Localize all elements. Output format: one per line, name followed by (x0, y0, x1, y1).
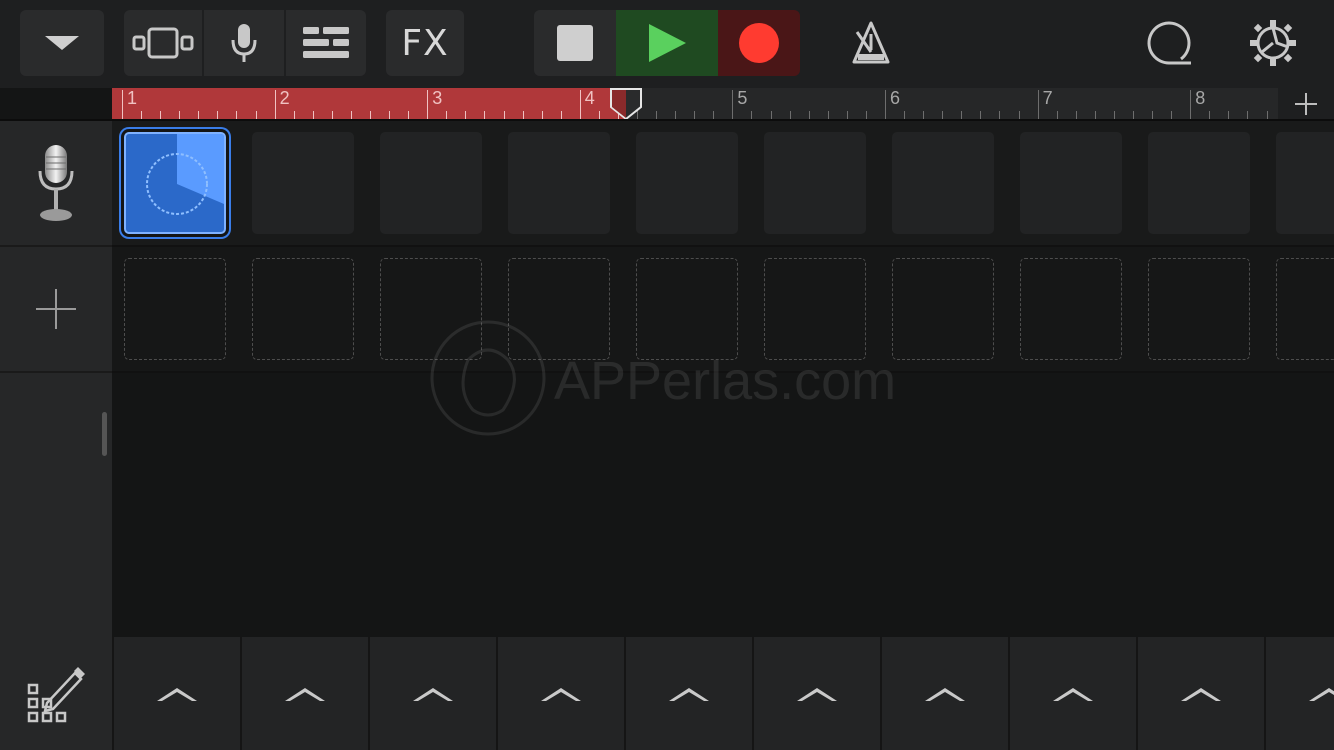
add-track-icon (36, 289, 76, 329)
live-loops-grid (112, 121, 1334, 637)
microphone-button[interactable] (204, 10, 284, 76)
column-trigger[interactable] (1136, 637, 1264, 750)
chevron-up-icon (541, 687, 581, 701)
edit-button[interactable] (0, 637, 112, 750)
settings-button[interactable] (1234, 10, 1312, 76)
record-button[interactable] (718, 10, 800, 76)
chevron-up-icon (1309, 687, 1334, 701)
bar-number: 5 (737, 88, 748, 108)
loop-cell[interactable] (124, 132, 226, 234)
loop-browser-button[interactable] (1130, 10, 1208, 76)
empty-cell-slot[interactable] (1148, 258, 1250, 360)
stop-button[interactable] (534, 10, 616, 76)
column-trigger[interactable] (880, 637, 1008, 750)
chevron-down-icon (45, 36, 79, 50)
chevron-up-icon (285, 687, 325, 701)
empty-cell[interactable] (252, 132, 354, 234)
metronome-button[interactable] (830, 10, 912, 76)
empty-cell[interactable] (892, 132, 994, 234)
microphone-icon (38, 145, 74, 221)
empty-cell[interactable] (1148, 132, 1250, 234)
chevron-up-icon (1181, 687, 1221, 701)
empty-cell-slot[interactable] (380, 258, 482, 360)
chevron-up-icon (797, 687, 837, 701)
microphone-icon (231, 24, 257, 62)
column-trigger[interactable] (112, 637, 240, 750)
fx-button[interactable]: FX (386, 10, 464, 76)
empty-cell-slot[interactable] (508, 258, 610, 360)
tracks-view-icon (132, 27, 194, 59)
ruler-tick (732, 90, 734, 120)
empty-cell[interactable] (508, 132, 610, 234)
toolbar: FX (0, 0, 1334, 88)
column-trigger[interactable] (1264, 637, 1334, 750)
bar-number: 3 (432, 88, 443, 108)
ruler-tick (1190, 90, 1192, 120)
tracks-view-button[interactable] (124, 10, 202, 76)
stop-icon (557, 25, 593, 61)
empty-cell-slot[interactable] (252, 258, 354, 360)
loop-progress-icon (146, 134, 224, 215)
playhead-marker-icon (609, 88, 642, 121)
track-resize-handle[interactable] (102, 412, 107, 456)
empty-cell[interactable] (764, 132, 866, 234)
controls-button[interactable] (286, 10, 366, 76)
empty-cell[interactable] (636, 132, 738, 234)
play-icon (649, 24, 686, 62)
ruler-tick (885, 90, 886, 120)
edit-grid-icon (27, 666, 85, 722)
track-header-audio-recorder[interactable] (0, 121, 112, 247)
empty-cell[interactable] (380, 132, 482, 234)
empty-cell-slot[interactable] (1276, 258, 1334, 360)
playhead[interactable] (609, 87, 643, 121)
cycle-region[interactable] (112, 88, 626, 120)
ruler-tick (427, 90, 429, 120)
plus-icon (1295, 93, 1317, 115)
column-trigger[interactable] (368, 637, 496, 750)
track-headers (0, 121, 112, 637)
add-section-button[interactable] (1278, 88, 1334, 120)
trigger-bar (0, 637, 1334, 750)
add-track-button[interactable] (0, 247, 112, 373)
chevron-up-icon (925, 687, 965, 701)
loop-browser-icon (1147, 21, 1191, 65)
chevron-up-icon (157, 687, 197, 701)
column-trigger[interactable] (1008, 637, 1136, 750)
empty-cell-slot[interactable] (1020, 258, 1122, 360)
bar-number: 7 (1042, 88, 1053, 108)
column-trigger[interactable] (752, 637, 880, 750)
bar-number: 8 (1195, 88, 1206, 108)
browser-button[interactable] (20, 10, 104, 76)
controls-icon (303, 27, 349, 58)
bar-number: 2 (279, 88, 290, 108)
column-trigger[interactable] (240, 637, 368, 750)
empty-cell-slot[interactable] (124, 258, 226, 360)
empty-cell-slot[interactable] (636, 258, 738, 360)
bar-number: 1 (127, 88, 138, 108)
metronome-icon (852, 21, 890, 64)
ruler-tick (579, 90, 581, 120)
chevron-up-icon (669, 687, 709, 701)
empty-cell[interactable] (1020, 132, 1122, 234)
column-trigger[interactable] (624, 637, 752, 750)
bar-number: 4 (584, 88, 595, 108)
ruler-tick (1037, 90, 1039, 120)
timeline-ruler[interactable]: 1 2 3 4 5 6 7 8 (112, 88, 1278, 120)
bar-number: 6 (890, 88, 901, 108)
play-button[interactable] (616, 10, 718, 76)
gear-icon (1250, 20, 1296, 66)
empty-cell-slot[interactable] (764, 258, 866, 360)
ruler-tick (122, 90, 123, 120)
ruler-tick (274, 90, 276, 120)
empty-cell-slot[interactable] (892, 258, 994, 360)
empty-cell[interactable] (1276, 132, 1334, 234)
chevron-up-icon (413, 687, 453, 701)
chevron-up-icon (1053, 687, 1093, 701)
fx-label: FX (401, 22, 449, 64)
column-trigger[interactable] (496, 637, 624, 750)
record-icon (739, 23, 779, 63)
